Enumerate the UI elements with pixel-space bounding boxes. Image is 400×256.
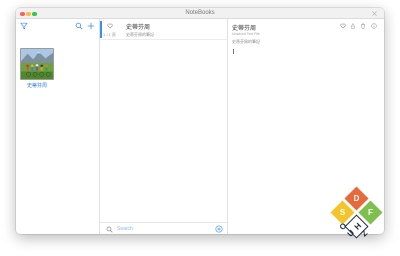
search-icon[interactable]	[75, 22, 83, 30]
favorite-icon[interactable]	[340, 23, 346, 29]
text-cursor	[233, 49, 234, 54]
notebooks-toolbar	[16, 19, 99, 33]
notebook-cover[interactable]	[20, 48, 54, 80]
search-icon	[106, 226, 113, 233]
favorite-icon[interactable]	[107, 23, 113, 29]
trash-icon[interactable]	[360, 23, 366, 29]
window-title: NoteBooks	[185, 9, 215, 16]
selection-indicator	[100, 21, 102, 38]
editor-subtitle: Unsaved Text File	[232, 31, 260, 36]
info-icon[interactable]	[371, 23, 377, 29]
note-list-pane: 史蒂芬周 1 / 1 頁 史蒂芬周的筆記	[100, 19, 228, 234]
note-preview: 史蒂芬周的筆記	[126, 31, 154, 37]
watermark-letter: Z	[359, 228, 370, 239]
title-bar: NoteBooks	[16, 8, 384, 19]
fullscreen-icon[interactable]	[371, 10, 378, 17]
note-search-input[interactable]	[117, 225, 197, 233]
note-list-item[interactable]: 史蒂芬周 1 / 1 頁 史蒂芬周的筆記	[100, 19, 227, 40]
notebook-cover-image	[21, 49, 53, 79]
add-note-icon[interactable]	[215, 225, 223, 233]
watermark-logo: D F S O U H Z	[322, 186, 392, 256]
share-icon[interactable]	[350, 23, 356, 29]
add-notebook-icon[interactable]	[87, 22, 95, 30]
notebooks-pane: 史蒂芬周	[16, 19, 100, 234]
filter-icon[interactable]	[20, 22, 28, 30]
note-list-footer	[100, 222, 227, 234]
note-title: 史蒂芬周	[126, 25, 151, 31]
editor-body[interactable]: 史蒂芬周的筆記	[232, 39, 260, 45]
note-page-count: 1 / 1 頁	[103, 31, 116, 37]
notebook-name[interactable]: 史蒂芬周	[18, 82, 56, 89]
